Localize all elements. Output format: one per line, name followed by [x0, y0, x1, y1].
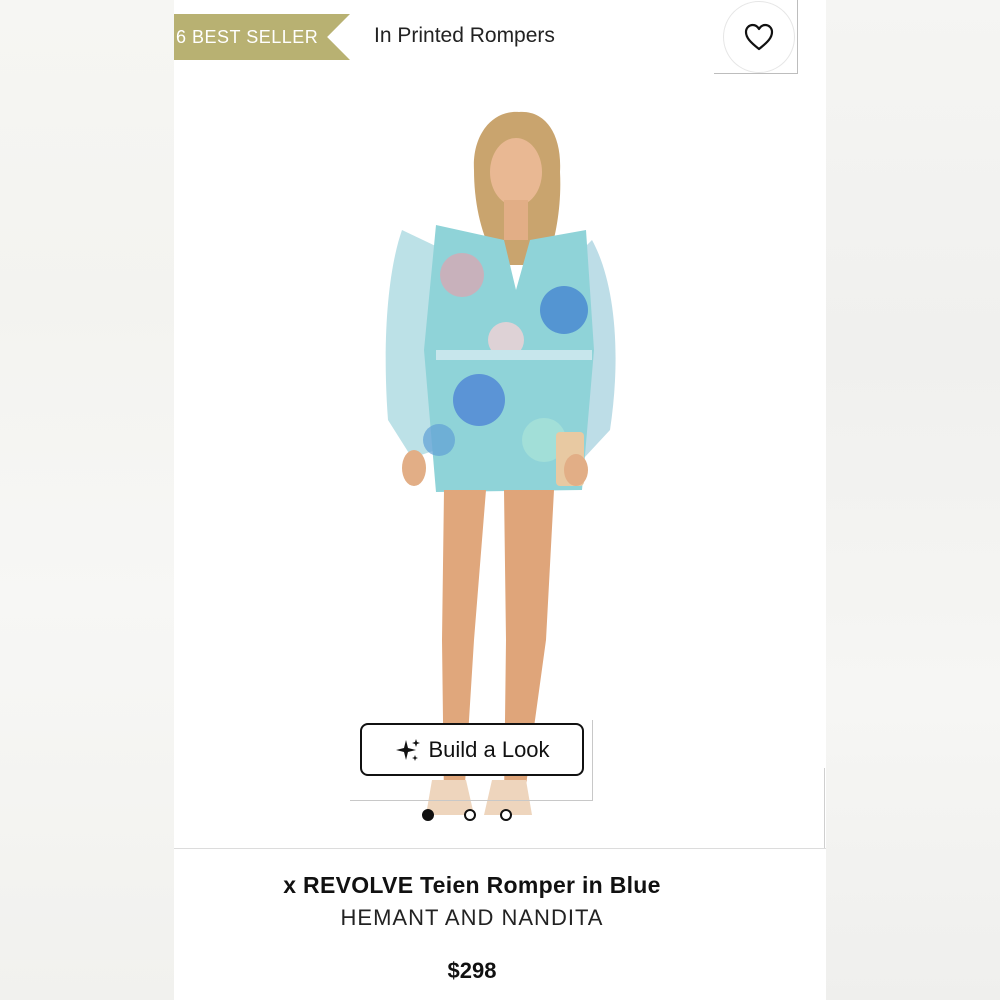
- background-right: [826, 0, 1000, 1000]
- product-price: $298: [447, 958, 497, 983]
- carousel-dot-2[interactable]: [464, 809, 476, 821]
- heart-icon: [744, 23, 774, 51]
- product-brand[interactable]: HEMANT AND NANDITA: [174, 905, 770, 931]
- product-image[interactable]: [174, 80, 826, 830]
- carousel-dot-3[interactable]: [500, 809, 512, 821]
- sparkles-icon: [396, 738, 421, 761]
- build-a-look-button[interactable]: Build a Look: [360, 723, 584, 776]
- divider: [174, 848, 826, 849]
- carousel-indicators: [422, 807, 512, 823]
- category-link[interactable]: In Printed Rompers: [374, 24, 555, 48]
- favorite-button[interactable]: [724, 2, 794, 72]
- favorite-container: [714, 0, 798, 74]
- product-card[interactable]: 6 BEST SELLER In Printed Rompers Build a…: [174, 0, 826, 1000]
- best-seller-badge: 6 BEST SELLER: [174, 14, 350, 60]
- build-a-look-label: Build a Look: [428, 736, 550, 762]
- carousel-dot-1[interactable]: [422, 809, 434, 821]
- image-edge: [824, 768, 825, 848]
- background-left: [0, 0, 174, 1000]
- product-title[interactable]: x REVOLVE Teien Romper in Blue: [174, 872, 770, 899]
